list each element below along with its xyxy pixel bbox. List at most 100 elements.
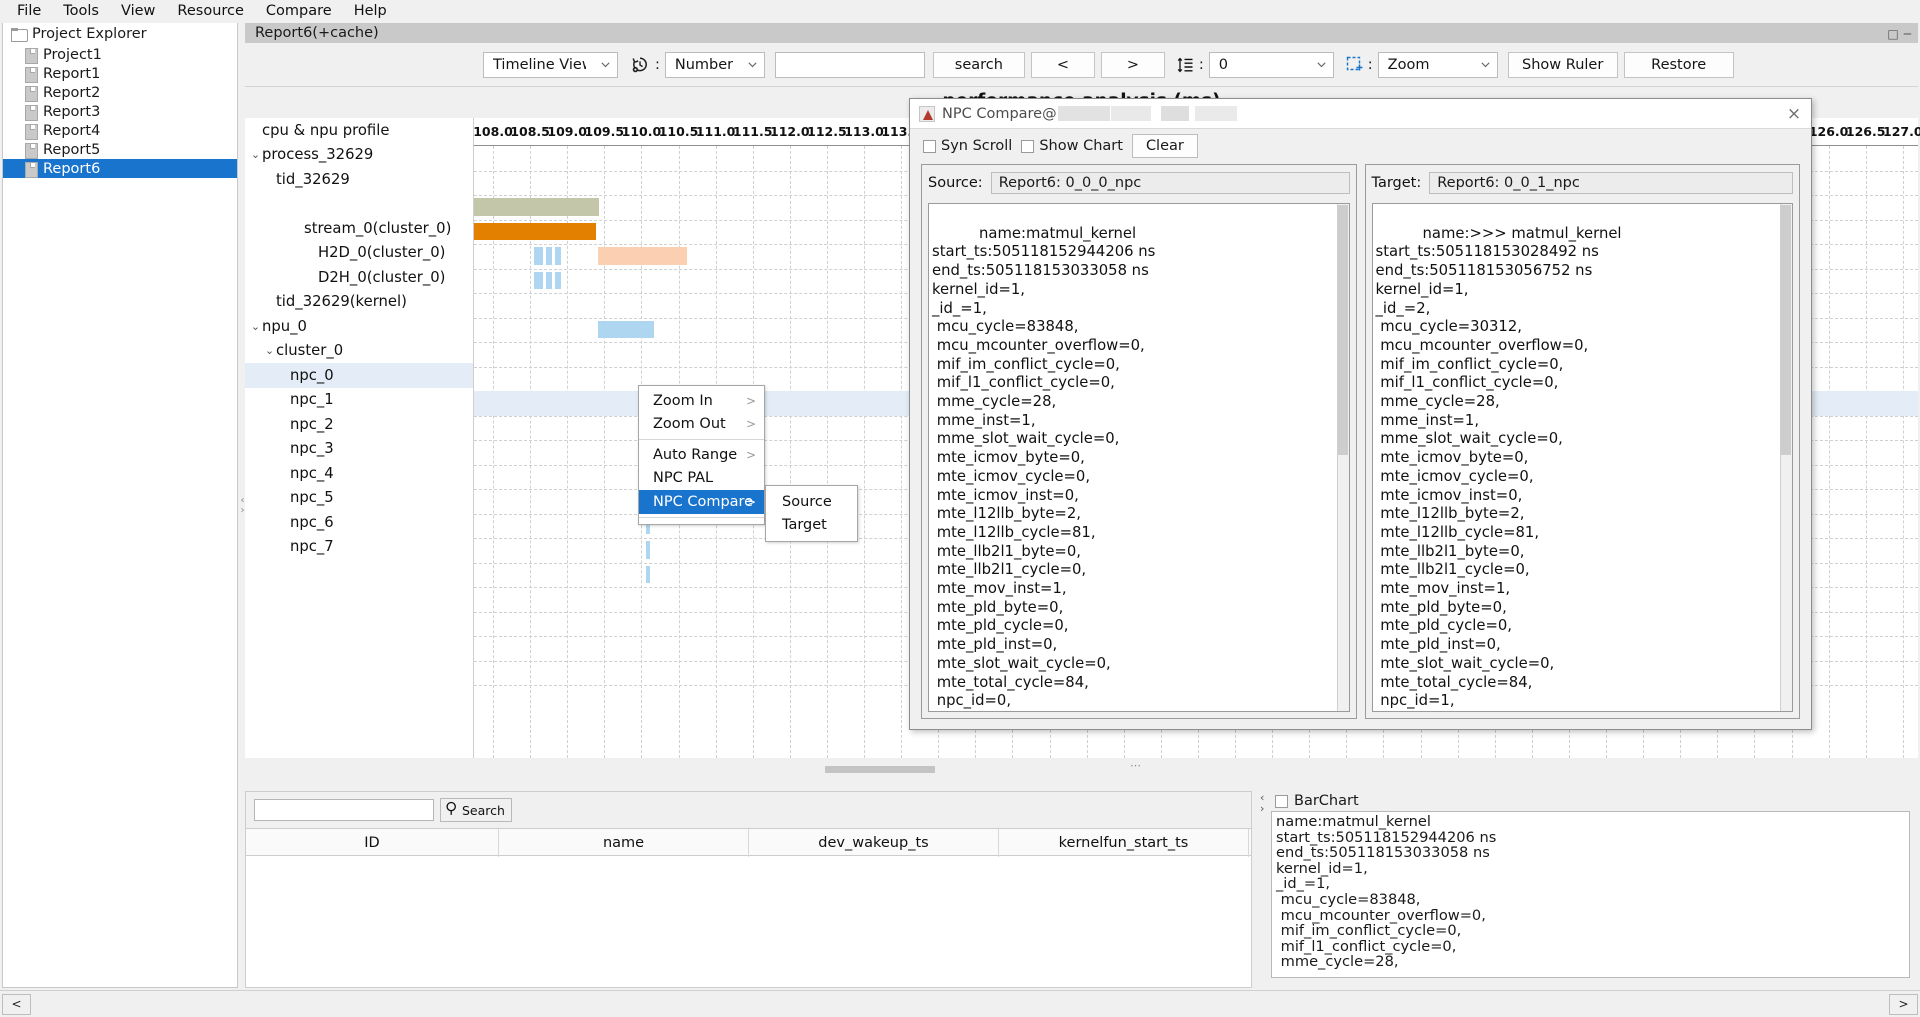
timeline-tree-row[interactable]: npc_1 xyxy=(245,388,473,413)
marquee-add-icon[interactable] xyxy=(1346,56,1363,73)
menu-resource[interactable]: Resource xyxy=(166,1,255,21)
show-chart-checkbox-group[interactable]: Show Chart xyxy=(1021,138,1123,154)
timeline-hscroll-thumb[interactable] xyxy=(825,766,935,773)
npc-compare-submenu[interactable]: Source Target xyxy=(765,485,858,542)
number-mode-select[interactable]: Number xyxy=(665,52,765,78)
menu-view[interactable]: View xyxy=(110,1,166,21)
zoom-mode-select[interactable]: Zoom xyxy=(1378,52,1498,78)
timeline-tree-row[interactable]: tid_32629 xyxy=(245,167,473,192)
timeline-npc-marker[interactable] xyxy=(646,566,650,584)
source-value-field[interactable]: Report6: 0_0_0_npc xyxy=(991,172,1350,194)
menu-tools[interactable]: Tools xyxy=(52,1,110,21)
sidebar-item-report1[interactable]: Report1 xyxy=(3,64,237,83)
source-detail-text[interactable]: name:matmul_kernel start_ts:505118152944… xyxy=(928,203,1350,712)
column-header-dev-wakeup-ts[interactable]: dev_wakeup_ts xyxy=(749,829,999,857)
chevron-down-icon[interactable]: ⌄ xyxy=(249,148,262,161)
show-ruler-button[interactable]: Show Ruler xyxy=(1508,52,1618,78)
timeline-bar[interactable] xyxy=(546,272,552,290)
context-menu-item-zoom-out[interactable]: Zoom Out > xyxy=(639,413,764,437)
context-menu-item-npc-compare[interactable]: NPC Compare > xyxy=(639,490,764,514)
timeline-bar[interactable] xyxy=(555,247,561,265)
timeline-tree-row[interactable]: npc_2 xyxy=(245,412,473,437)
sidebar-item-report4[interactable]: Report4 xyxy=(3,121,237,140)
sidebar-item-report6[interactable]: Report6 xyxy=(3,159,237,178)
statusbar-scroll-track[interactable] xyxy=(33,994,1887,1015)
timeline-tree-row[interactable]: ⌄cluster_0 xyxy=(245,339,473,364)
menu-file[interactable]: File xyxy=(6,1,52,21)
splitter-collapse-left-icon[interactable]: ‹ xyxy=(241,496,245,506)
timeline-tree-row[interactable]: stream_0(cluster_0) xyxy=(245,216,473,241)
timeline-tree-row[interactable]: ⌄npu_0 xyxy=(245,314,473,339)
timeline-bar[interactable] xyxy=(555,272,561,290)
target-vscrollbar[interactable] xyxy=(1780,204,1792,711)
timeline-tree-row[interactable]: npc_6 xyxy=(245,510,473,535)
sidebar-item-report3[interactable]: Report3 xyxy=(3,102,237,121)
scroll-left-button[interactable]: < xyxy=(2,994,31,1015)
show-chart-checkbox[interactable] xyxy=(1021,140,1034,153)
dialog-titlebar[interactable]: NPC Compare@ × xyxy=(910,99,1811,129)
context-menu-item-auto-range[interactable]: Auto Range > xyxy=(639,443,764,467)
menu-compare[interactable]: Compare xyxy=(255,1,343,21)
timeline-tree-row[interactable]: D2H_0(cluster_0) xyxy=(245,265,473,290)
timeline-tree-row[interactable]: npc_4 xyxy=(245,461,473,486)
timeline-npc-marker[interactable] xyxy=(646,541,650,559)
splitter-collapse-right-icon[interactable]: › xyxy=(1260,803,1271,814)
table-search-button[interactable]: Search xyxy=(440,798,512,822)
timeline-tree-row[interactable]: tid_32629(kernel) xyxy=(245,290,473,315)
target-detail-text[interactable]: name:>>> matmul_kernel start_ts:50511815… xyxy=(1372,203,1794,712)
splitter-collapse-right-icon[interactable]: › xyxy=(241,506,245,516)
syn-scroll-checkbox-group[interactable]: Syn Scroll xyxy=(923,138,1012,154)
chevron-down-icon[interactable]: ⌄ xyxy=(263,344,276,357)
prev-match-button[interactable]: < xyxy=(1031,52,1095,78)
history-gear-icon[interactable] xyxy=(630,55,650,75)
timeline-bar[interactable] xyxy=(598,247,687,265)
timeline-bar[interactable] xyxy=(546,247,552,265)
target-vscroll-thumb[interactable] xyxy=(1781,205,1791,455)
context-menu-item-zoom-in[interactable]: Zoom In > xyxy=(639,389,764,413)
timeline-tree-row[interactable]: npc_3 xyxy=(245,437,473,462)
timeline-tree-row[interactable]: npc_7 xyxy=(245,535,473,560)
submenu-item-source[interactable]: Source xyxy=(766,490,857,514)
restore-button[interactable]: Restore xyxy=(1624,52,1734,78)
timeline-bar[interactable] xyxy=(474,223,596,241)
context-menu-item-npc-pal[interactable]: NPC PAL xyxy=(639,467,764,491)
restore-window-icon[interactable]: □ xyxy=(1887,27,1898,41)
timeline-tree-row[interactable] xyxy=(245,192,473,217)
timeline-tree-row[interactable]: npc_5 xyxy=(245,486,473,511)
submenu-item-target[interactable]: Target xyxy=(766,514,857,538)
target-value-field[interactable]: Report6: 0_0_1_npc xyxy=(1429,172,1793,194)
search-input[interactable] xyxy=(775,52,925,78)
tab-report6[interactable]: Report6(+cache) xyxy=(245,23,389,43)
sidebar-item-report5[interactable]: Report5 xyxy=(3,140,237,159)
table-search-input[interactable] xyxy=(254,799,434,821)
npc-compare-dialog[interactable]: NPC Compare@ × Syn Scroll Show Chart Cle… xyxy=(909,98,1812,730)
barchart-detail-text[interactable]: name:matmul_kernel start_ts:505118152944… xyxy=(1271,811,1910,978)
source-vscrollbar[interactable] xyxy=(1337,204,1349,711)
view-mode-select[interactable]: Timeline View xyxy=(483,52,618,78)
clear-button[interactable]: Clear xyxy=(1132,134,1198,158)
source-vscroll-thumb[interactable] xyxy=(1338,205,1348,455)
barchart-splitter[interactable]: ‹ › xyxy=(1260,792,1271,814)
timeline-bar[interactable] xyxy=(534,247,543,265)
sidebar-item-report2[interactable]: Report2 xyxy=(3,83,237,102)
column-header-kernelfun-start-ts[interactable]: kernelfun_start_ts xyxy=(999,829,1249,857)
level-select[interactable]: 0 xyxy=(1209,52,1334,78)
timeline-tree-row[interactable]: ⌄process_32629 xyxy=(245,143,473,168)
timeline-context-menu[interactable]: Zoom In > Zoom Out > Auto Range > NPC PA… xyxy=(638,385,765,525)
sidebar-item-project1[interactable]: Project1 xyxy=(3,45,237,64)
minimize-window-icon[interactable]: ─ xyxy=(1904,27,1911,41)
timeline-bar[interactable] xyxy=(474,198,599,216)
barchart-checkbox[interactable] xyxy=(1275,795,1288,808)
column-header-id[interactable]: ID xyxy=(246,829,499,857)
scroll-right-button[interactable]: > xyxy=(1889,994,1918,1015)
chevron-down-icon[interactable]: ⌄ xyxy=(249,320,262,333)
column-header-name[interactable]: name xyxy=(499,829,749,857)
timeline-tree-row[interactable]: cpu & npu profile xyxy=(245,118,473,143)
menu-help[interactable]: Help xyxy=(343,1,398,21)
timeline-bar[interactable] xyxy=(598,321,654,339)
table-body[interactable] xyxy=(246,856,1251,987)
search-button[interactable]: search xyxy=(933,52,1025,78)
timeline-hscrollbar[interactable] xyxy=(245,764,1918,776)
next-match-button[interactable]: > xyxy=(1101,52,1165,78)
close-icon[interactable]: × xyxy=(1783,104,1805,124)
